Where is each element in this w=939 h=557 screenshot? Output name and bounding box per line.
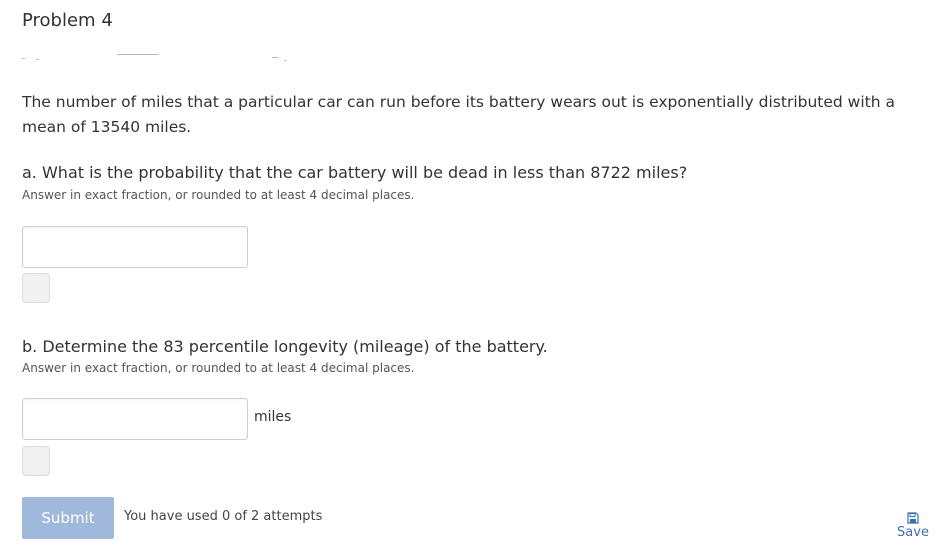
part-a-hint: Answer in exact fraction, or rounded to … xyxy=(22,188,415,202)
part-a-status-box xyxy=(22,273,50,303)
part-b-answer-input[interactable] xyxy=(22,398,248,440)
save-button[interactable]: Save xyxy=(893,512,933,540)
part-a-prompt: a. What is the probability that the car … xyxy=(22,163,688,182)
faint-text-artifact xyxy=(22,54,286,61)
part-b-status-box xyxy=(22,446,50,476)
part-a-answer-input[interactable] xyxy=(22,226,248,268)
part-b-hint: Answer in exact fraction, or rounded to … xyxy=(22,361,415,375)
submit-button[interactable]: Submit xyxy=(22,497,114,539)
part-b-prompt: b. Determine the 83 percentile longevity… xyxy=(22,337,548,356)
question-stem: The number of miles that a particular ca… xyxy=(22,93,895,136)
part-b-unit-label: miles xyxy=(254,409,292,425)
attempts-text: You have used 0 of 2 attempts xyxy=(124,509,323,524)
floppy-disk-icon xyxy=(907,512,919,524)
save-label: Save xyxy=(897,525,929,540)
problem-title: Problem 4 xyxy=(22,10,113,31)
